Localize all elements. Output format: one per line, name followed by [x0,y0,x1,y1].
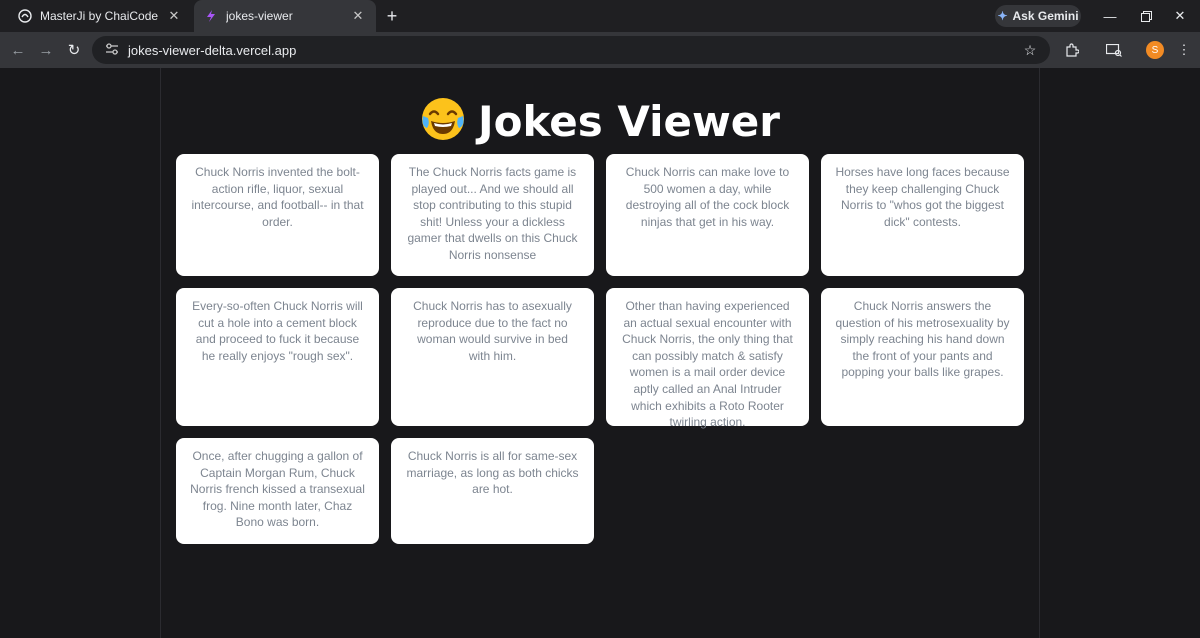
tab-title: MasterJi by ChaiCode [40,9,159,23]
new-tab-button[interactable]: + [382,6,402,26]
address-bar[interactable]: jokes-viewer-delta.vercel.app ☆ [92,36,1050,64]
close-icon[interactable]: ✕ [350,8,366,24]
ask-gemini-label: Ask Gemini [1012,9,1079,23]
forward-arrow-icon[interactable]: → [34,38,58,62]
joke-card: The Chuck Norris facts game is played ou… [391,154,594,276]
joke-card: Chuck Norris invented the bolt-action ri… [176,154,379,276]
kebab-menu-icon[interactable]: ⋮ [1172,38,1196,62]
joke-text: The Chuck Norris facts game is played ou… [407,165,578,262]
joke-card: Horses have long faces because they keep… [821,154,1024,276]
joke-text: Once, after chugging a gallon of Captain… [190,449,365,530]
tab-jokes-viewer[interactable]: jokes-viewer ✕ [194,0,376,32]
page-title: Jokes Viewer [0,96,1200,146]
joke-text: Horses have long faces because they keep… [835,165,1010,229]
profile-initial: S [1151,44,1159,56]
laughing-emoji-icon [420,96,466,142]
joke-card: Once, after chugging a gallon of Captain… [176,438,379,544]
joke-card: Chuck Norris can make love to 500 women … [606,154,809,276]
joke-text: Chuck Norris can make love to 500 women … [625,165,790,229]
media-cast-icon[interactable] [1102,38,1126,62]
vite-logo-icon [204,9,218,23]
page-viewport: Jokes Viewer Chuck Norris invented the b… [0,68,1200,638]
profile-avatar[interactable]: S [1146,41,1164,59]
joke-card: Chuck Norris is all for same-sex marriag… [391,438,594,544]
joke-text: Chuck Norris answers the question of his… [835,299,1010,380]
joke-card: Every-so-often Chuck Norris will cut a h… [176,288,379,426]
tab-strip: MasterJi by ChaiCode ✕ jokes-viewer ✕ + … [0,0,1200,32]
page-title-text: Jokes Viewer [477,97,781,146]
left-divider [160,68,161,638]
back-arrow-icon[interactable]: ← [6,38,30,62]
joke-card: Chuck Norris has to asexually reproduce … [391,288,594,426]
jokes-grid: Chuck Norris invented the bolt-action ri… [176,154,1024,544]
close-window-icon[interactable]: ✕ [1158,0,1200,32]
gemini-sparkle-icon: ✦ [997,9,1008,23]
joke-text: Every-so-often Chuck Norris will cut a h… [192,299,363,363]
url-text: jokes-viewer-delta.vercel.app [128,42,297,58]
reload-icon[interactable]: ↻ [62,38,86,62]
right-divider [1039,68,1040,638]
tab-masterji[interactable]: MasterJi by ChaiCode ✕ [8,0,192,32]
joke-text: Chuck Norris is all for same-sex marriag… [406,449,579,497]
joke-text: Chuck Norris invented the bolt-action ri… [191,165,364,229]
ask-gemini-button[interactable]: ✦ Ask Gemini [995,5,1081,27]
extensions-puzzle-icon[interactable] [1060,38,1084,62]
joke-text: Chuck Norris has to asexually reproduce … [413,299,572,363]
bookmark-star-icon[interactable]: ☆ [1018,42,1042,59]
chaicode-logo-icon [18,9,32,23]
browser-toolbar: ← → ↻ jokes-viewer-delta.vercel.app ☆ ⋮ [0,32,1200,68]
joke-card: Other than having experienced an actual … [606,288,809,430]
joke-text: Other than having experienced an actual … [622,299,793,430]
close-icon[interactable]: ✕ [166,8,182,24]
joke-card: Chuck Norris answers the question of his… [821,288,1024,426]
tab-title: jokes-viewer [226,9,293,23]
site-info-icon[interactable] [100,42,124,58]
